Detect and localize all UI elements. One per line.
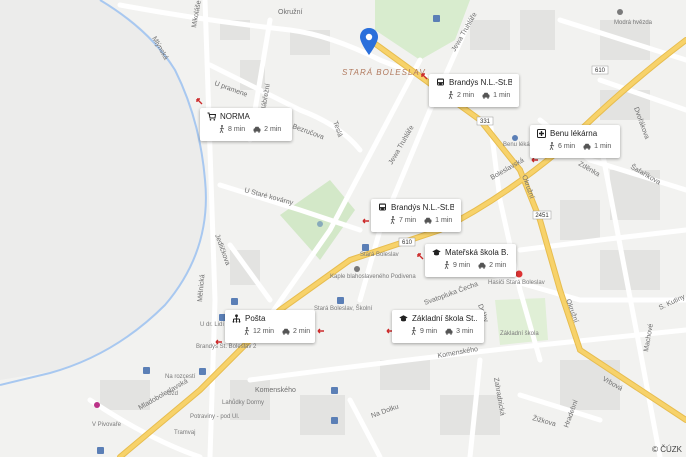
walk-icon bbox=[219, 125, 225, 133]
walk-time: 2 min bbox=[457, 91, 475, 99]
poi-card-bus-stop-1[interactable]: Brandýs N.L.-St.B... 2 min 1 min bbox=[429, 74, 519, 107]
walk-time: 7 min bbox=[399, 216, 417, 224]
park-school bbox=[495, 298, 548, 345]
poi-stara-boleslav-skolni: Stará Boleslav, Školní bbox=[314, 305, 373, 312]
street-zizkova: Žižkova bbox=[531, 413, 557, 428]
walk-icon bbox=[448, 91, 454, 99]
map-view[interactable]: 610 331 2451 610 Okružní Mlýnská Mikoláš… bbox=[0, 0, 686, 457]
district-label: STARÁ BOLESLAV bbox=[342, 68, 426, 77]
car-time: 1 min bbox=[435, 216, 453, 224]
school-icon bbox=[432, 249, 441, 256]
car-time: 2 min bbox=[489, 261, 507, 269]
poi-card-bus-stop-2[interactable]: Brandýs N.L.-St.B... 7 min 1 min bbox=[371, 199, 461, 232]
road-number-1: 610 bbox=[591, 65, 609, 75]
street-na-dolku: Na Dolku bbox=[370, 403, 400, 419]
map-base: 610 331 2451 610 Okružní Mlýnská Mikoláš… bbox=[0, 0, 686, 457]
poi-moda: Modrá hvězda bbox=[614, 20, 653, 26]
poi-card-posta[interactable]: Pošta 12 min 2 min bbox=[225, 310, 315, 343]
street-komenskeho: Komenského bbox=[255, 387, 296, 394]
poi-zakladni-skola: Základní škola bbox=[500, 331, 539, 337]
walk-time: 6 min bbox=[558, 142, 576, 150]
car-time: 1 min bbox=[493, 91, 511, 99]
walk-icon bbox=[549, 142, 555, 150]
svg-text:610: 610 bbox=[595, 68, 606, 74]
poi-na-rozcesti: Na rozcestí bbox=[165, 374, 196, 380]
road-number-4: 610 bbox=[398, 237, 416, 247]
meadow-area bbox=[0, 0, 207, 380]
arrow-icon bbox=[362, 218, 369, 224]
walk-icon bbox=[411, 327, 417, 335]
card-title: NORMA bbox=[220, 112, 250, 121]
arrow-icon bbox=[421, 73, 428, 80]
location-pin-icon[interactable] bbox=[359, 28, 379, 56]
car-icon bbox=[424, 217, 432, 224]
copyright-notice: © ČÚZK bbox=[652, 445, 682, 454]
arrow-icon bbox=[317, 328, 324, 334]
card-title: Pošta bbox=[245, 314, 266, 323]
road-number-3: 2451 bbox=[532, 210, 552, 220]
car-icon bbox=[253, 126, 261, 133]
car-time: 2 min bbox=[293, 327, 311, 335]
walk-time: 9 min bbox=[420, 327, 438, 335]
arrow-icon bbox=[417, 253, 424, 260]
street-tesla: Teslá bbox=[331, 120, 343, 138]
cart-icon bbox=[207, 112, 216, 121]
arrow-icon bbox=[215, 339, 222, 345]
card-title: Benu lékárna bbox=[550, 129, 598, 138]
car-icon bbox=[478, 262, 486, 269]
poi-ozd: Ozd bbox=[167, 391, 178, 397]
poi-lahudky: Lahůdky Dormy bbox=[222, 399, 264, 406]
copyright-text: © ČÚZK bbox=[652, 445, 682, 454]
walk-time: 12 min bbox=[253, 327, 275, 335]
car-time: 2 min bbox=[264, 125, 282, 133]
walk-time: 9 min bbox=[453, 261, 471, 269]
svg-text:2451: 2451 bbox=[535, 213, 549, 219]
card-title: Brandýs N.L.-St.B... bbox=[391, 203, 454, 212]
card-title: Brandýs N.L.-St.B... bbox=[449, 78, 512, 87]
road-number-2: 331 bbox=[476, 116, 494, 126]
poi-potraviny: Potraviny - pod Ul. bbox=[190, 414, 240, 420]
car-icon bbox=[583, 143, 591, 150]
walk-icon bbox=[444, 261, 450, 269]
street-svatopluka-cecha: Svatopluka Čecha bbox=[423, 279, 480, 307]
svg-text:610: 610 bbox=[402, 240, 413, 246]
arrow-icon bbox=[196, 98, 203, 105]
bus-icon bbox=[379, 203, 386, 211]
car-icon bbox=[482, 92, 490, 99]
pharmacy-icon bbox=[537, 129, 546, 138]
bus-icon bbox=[437, 78, 444, 86]
svg-text:331: 331 bbox=[480, 119, 491, 125]
poi-u-dr-lidi: U dr. Lidí bbox=[200, 322, 224, 328]
card-title: Mateřská škola B... bbox=[445, 248, 509, 257]
poi-card-zakladni-skola[interactable]: Základní škola St... 9 min 3 min bbox=[392, 310, 484, 343]
post-office-icon bbox=[232, 314, 241, 323]
street-bezruca: Bezručova bbox=[291, 123, 325, 141]
poi-kaple: Kaple blahoslaveného Podivena bbox=[330, 274, 416, 280]
street-okruzni: Okružní bbox=[278, 9, 303, 16]
card-title: Základní škola St... bbox=[412, 314, 477, 323]
poi-stara-boleslav-stop: Stará Boleslav bbox=[360, 252, 399, 258]
walk-icon bbox=[244, 327, 250, 335]
poi-card-benu[interactable]: Benu lékárna 6 min 1 min bbox=[530, 125, 620, 158]
street-melnicka: Mělnická bbox=[197, 274, 206, 302]
street-machove: Machové bbox=[643, 323, 655, 352]
poi-brandys-stop: Brandýs St. Boleslav 2 bbox=[196, 344, 257, 350]
poi-tramvaj: Tramvaj bbox=[174, 430, 195, 436]
poi-card-materska-skola[interactable]: Mateřská škola B... 9 min 2 min bbox=[425, 244, 516, 277]
street-s-kutiny: S. Kutiny bbox=[658, 293, 686, 311]
car-time: 1 min bbox=[594, 142, 612, 150]
walk-time: 8 min bbox=[228, 125, 246, 133]
poi-hasici: Hasiči Stará Boleslav bbox=[488, 280, 545, 286]
street-okruzni-2: Okružní bbox=[520, 174, 535, 199]
walk-icon bbox=[390, 216, 396, 224]
car-icon bbox=[282, 328, 290, 335]
car-time: 3 min bbox=[456, 327, 474, 335]
car-icon bbox=[445, 328, 453, 335]
poi-card-norma[interactable]: NORMA 8 min 2 min bbox=[200, 108, 292, 141]
street-komenskeho-2: Komenského bbox=[437, 346, 479, 360]
poi-v-pivovar: V Pivovaře bbox=[92, 422, 122, 428]
school-icon bbox=[399, 315, 408, 322]
